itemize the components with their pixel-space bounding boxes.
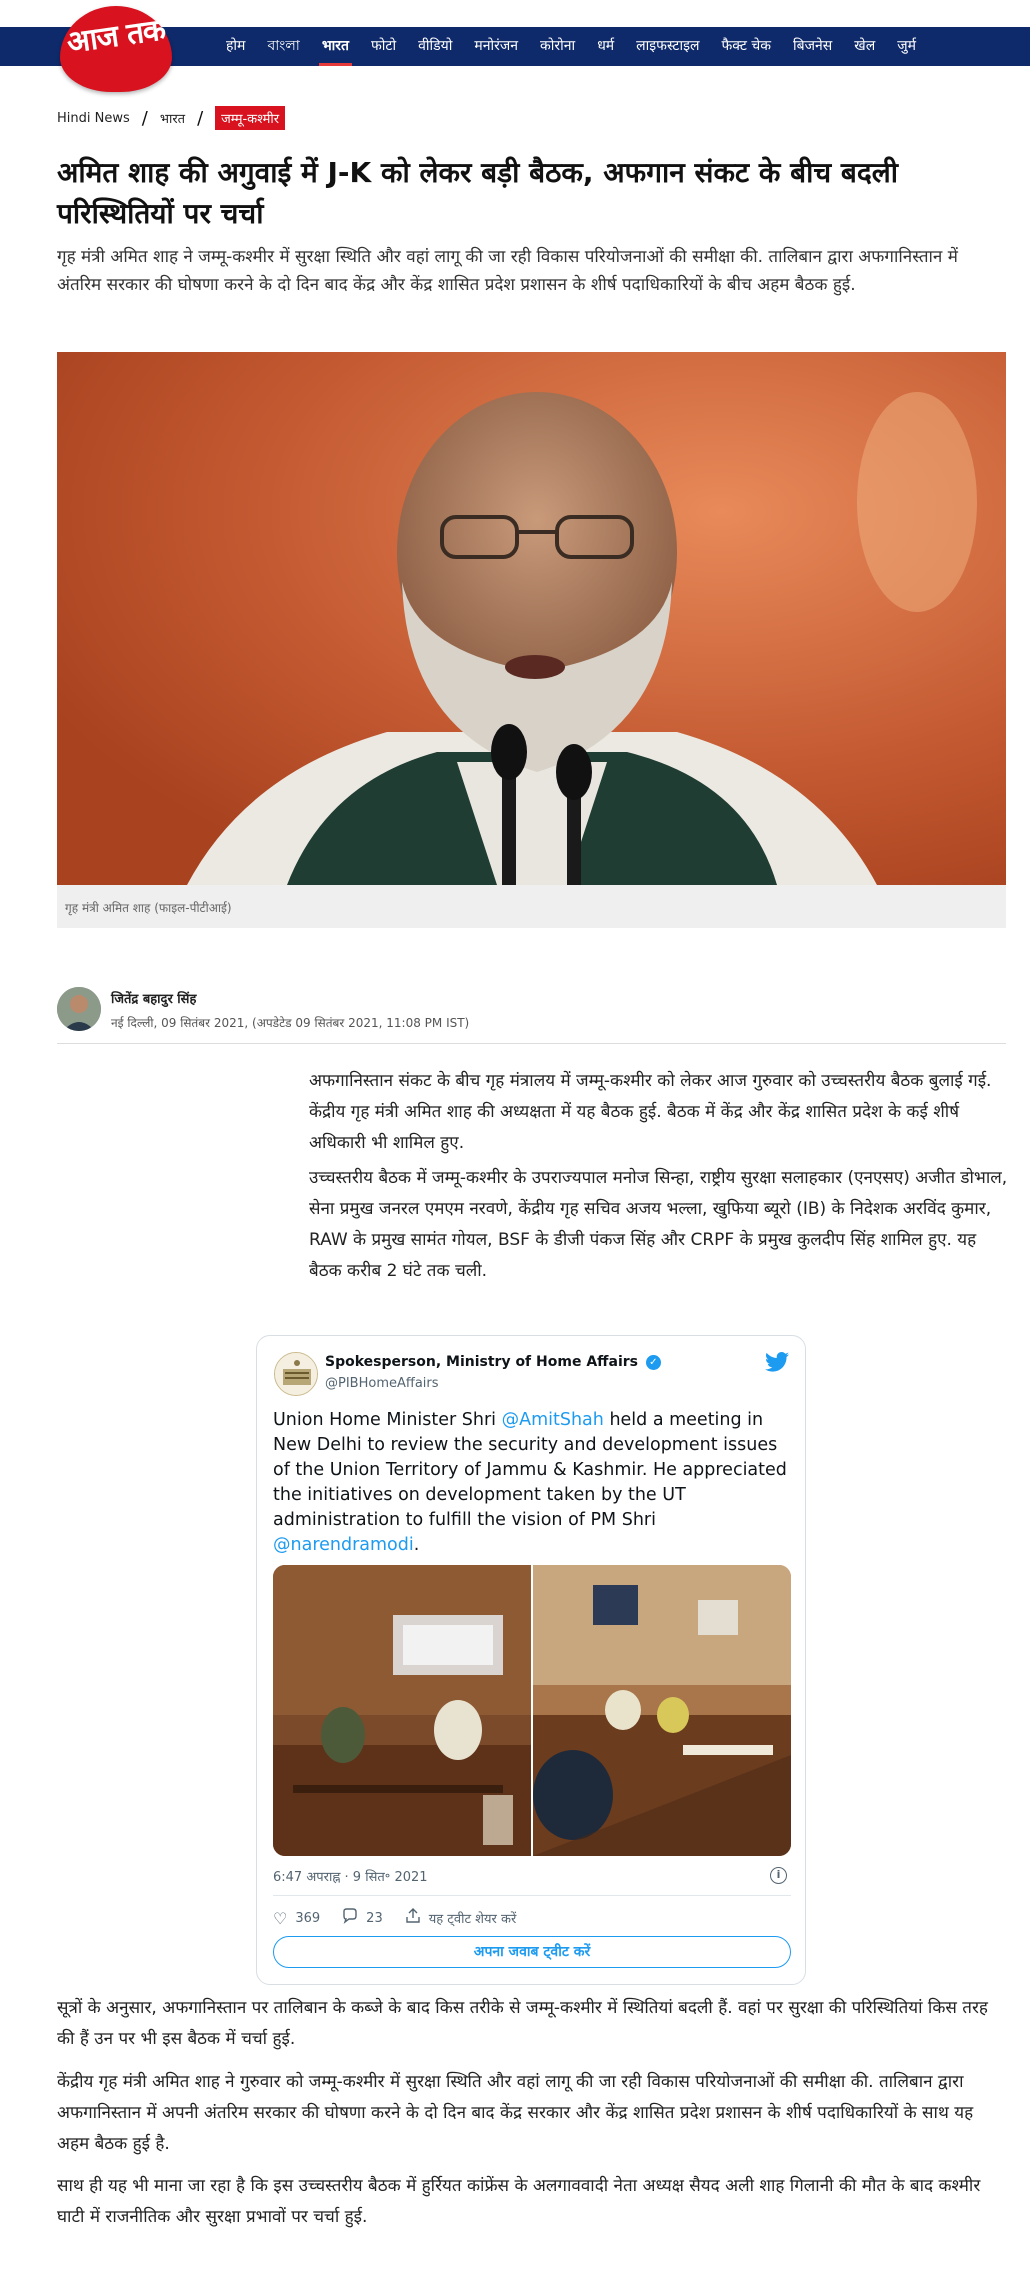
tweet-author-name-text: Spokesperson, Ministry of Home Affairs	[325, 1354, 638, 1370]
tweet-mention-narendramodi[interactable]: @narendramodi	[273, 1535, 414, 1555]
image-caption: गृह मंत्री अमित शाह (फाइल-पीटीआई)	[65, 901, 232, 915]
nav-item-crime[interactable]: जुर्म	[886, 27, 927, 66]
nav-item-corona[interactable]: कोरोना	[529, 27, 586, 66]
nav-item-bharat[interactable]: भारत	[311, 27, 360, 66]
author-avatar[interactable]	[57, 987, 101, 1031]
article-summary: गृह मंत्री अमित शाह ने जम्मू-कश्मीर में …	[57, 247, 958, 295]
breadcrumb-separator: /	[197, 107, 204, 129]
share-action[interactable]: यह ट्वीट शेयर करें	[405, 1908, 517, 1928]
tweet-photo[interactable]	[533, 1565, 791, 1856]
breadcrumb-tag[interactable]: जम्मू-कश्मीर	[215, 106, 286, 130]
tweet-author-avatar[interactable]	[274, 1352, 318, 1396]
tweet-text-part: Union Home Minister Shri	[273, 1410, 502, 1430]
tweet-author-handle[interactable]: @PIBHomeAffairs	[325, 1376, 439, 1391]
tweet-photo[interactable]	[273, 1565, 531, 1856]
share-icon	[405, 1908, 421, 1928]
divider	[273, 1895, 791, 1896]
nav-item-lifestyle[interactable]: लाइफस्टाइल	[625, 27, 710, 66]
info-icon[interactable]: i	[770, 1867, 787, 1884]
breadcrumb-section[interactable]: भारत	[160, 109, 185, 127]
main-nav: होम বাংলা भारत फोटो वीडियो मनोरंजन कोरोन…	[215, 27, 927, 66]
nav-item-video[interactable]: वीडियो	[407, 27, 463, 66]
twitter-bird-icon[interactable]	[765, 1352, 789, 1376]
nav-item-home[interactable]: होम	[215, 27, 256, 66]
article-dateline: नई दिल्ली, 09 सितंबर 2021, (अपडेटेड 09 स…	[111, 1016, 470, 1030]
nav-item-entertainment[interactable]: मनोरंजन	[463, 27, 529, 66]
nav-item-sports[interactable]: खेल	[843, 27, 886, 66]
comment-icon	[342, 1908, 358, 1928]
author-name[interactable]: जितेंद्र बहादुर सिंह	[111, 989, 196, 1007]
article-paragraph: साथ ही यह भी माना जा रहा है कि इस उच्चस्…	[57, 2176, 981, 2227]
article-paragraph: उच्चस्तरीय बैठक में जम्मू-कश्मीर के उपरा…	[309, 1168, 1008, 1281]
aajtak-logo[interactable]: आज तक	[60, 6, 172, 92]
tweet-mention-amitshah[interactable]: @AmitShah	[502, 1410, 604, 1430]
tweet-actions: ♡ 369 23 यह ट्वीट शेयर करें	[273, 1908, 538, 1928]
article-paragraph: अफगानिस्तान संकट के बीच गृह मंत्रालय में…	[309, 1071, 992, 1153]
reply-action[interactable]: 23	[342, 1908, 383, 1928]
nav-item-fact-check[interactable]: फैक्ट चेक	[710, 27, 782, 66]
verified-badge-icon: ✓	[645, 1354, 661, 1370]
article-paragraph: केंद्रीय गृह मंत्री अमित शाह ने गुरुवार …	[57, 2072, 974, 2154]
hero-image	[57, 352, 1006, 885]
share-label: यह ट्वीट शेयर करें	[428, 1912, 517, 1927]
breadcrumb-separator: /	[141, 107, 148, 129]
nav-item-business[interactable]: बिजनेस	[782, 27, 843, 66]
like-count: 369	[295, 1910, 321, 1926]
tweet-author-name[interactable]: Spokesperson, Ministry of Home Affairs ✓	[325, 1354, 661, 1370]
tweet-reply-button[interactable]: अपना जवाब ट्वीट करें	[273, 1936, 791, 1968]
tweet-text-part: .	[413, 1535, 420, 1555]
heart-icon: ♡	[273, 1908, 288, 1928]
image-caption-bar: गृह मंत्री अमित शाह (फाइल-पीटीआई)	[57, 885, 1006, 928]
nav-item-religion[interactable]: धर्म	[586, 27, 625, 66]
tweet-text: Union Home Minister Shri @AmitShah held …	[273, 1408, 793, 1558]
article-paragraph: सूत्रों के अनुसार, अफगानिस्तान पर तालिबा…	[57, 1998, 988, 2049]
tweet-photos	[273, 1565, 791, 1856]
breadcrumb: Hindi News / भारत / जम्मू-कश्मीर	[57, 106, 286, 130]
divider	[57, 1043, 1006, 1044]
like-action[interactable]: ♡ 369	[273, 1909, 320, 1928]
breadcrumb-home[interactable]: Hindi News	[57, 111, 130, 126]
tweet-timestamp[interactable]: 6:47 अपराह्न · 9 सित॰ 2021	[273, 1867, 428, 1885]
nav-item-photo[interactable]: फोटो	[360, 27, 407, 66]
embedded-tweet[interactable]: Spokesperson, Ministry of Home Affairs ✓…	[256, 1335, 806, 1985]
article-headline: अमित शाह की अगुवाई में J-K को लेकर बड़ी …	[57, 156, 898, 230]
nav-item-bangla[interactable]: বাংলা	[256, 27, 310, 66]
reply-count: 23	[366, 1910, 383, 1926]
